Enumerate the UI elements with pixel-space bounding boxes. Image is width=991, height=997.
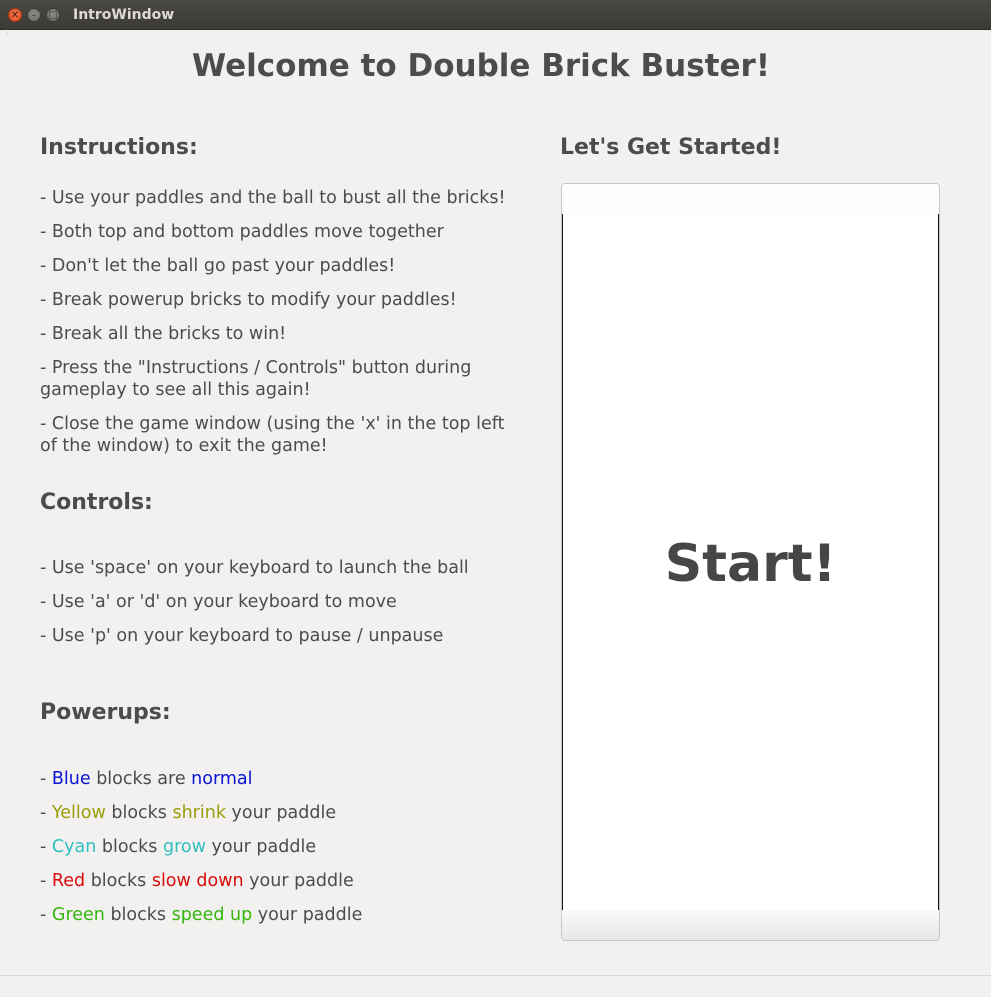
powerup-effect: shrink bbox=[172, 803, 226, 823]
instruction-line: - Use your paddles and the ball to bust … bbox=[40, 188, 506, 208]
powerup-mid-text: blocks bbox=[85, 871, 152, 891]
control-line: - Use 'a' or 'd' on your keyboard to mov… bbox=[40, 592, 397, 612]
welcome-heading: Welcome to Double Brick Buster! bbox=[192, 48, 770, 84]
instruction-line: - Press the "Instructions / Controls" bu… bbox=[40, 358, 472, 400]
powerup-color-word: Yellow bbox=[51, 803, 106, 823]
powerup-suffix: your paddle bbox=[243, 871, 354, 891]
powerup-prefix: - bbox=[40, 769, 52, 789]
get-started-heading: Let's Get Started! bbox=[560, 135, 782, 160]
controls-heading: Controls: bbox=[40, 490, 153, 515]
instruction-line: - Both top and bottom paddles move toget… bbox=[40, 222, 444, 242]
powerup-suffix: your paddle bbox=[252, 905, 363, 925]
maximize-window-button[interactable]: □ bbox=[46, 8, 60, 22]
powerup-prefix: - bbox=[40, 871, 52, 891]
powerup-line-cyan: - Cyan blocks grow your paddle bbox=[40, 836, 510, 858]
instruction-line: - Close the game window (using the 'x' i… bbox=[40, 414, 505, 456]
powerup-mid-text: blocks bbox=[105, 803, 173, 823]
powerup-prefix: - bbox=[40, 905, 52, 925]
powerup-color-word: Blue bbox=[51, 769, 91, 789]
start-button-label: Start! bbox=[664, 534, 837, 594]
powerup-prefix: - bbox=[40, 837, 52, 857]
powerup-suffix: your paddle bbox=[225, 803, 337, 823]
powerup-color-word: Cyan bbox=[51, 837, 97, 857]
powerup-color-word: Red bbox=[51, 871, 86, 891]
instruction-line: - Break powerup bricks to modify your pa… bbox=[40, 290, 457, 310]
window-title: IntroWindow bbox=[73, 7, 175, 23]
powerup-effect: slow down bbox=[151, 871, 244, 891]
powerup-color-word: Green bbox=[51, 905, 105, 925]
window-titlebar: ✕ – □ IntroWindow bbox=[0, 0, 991, 30]
status-bar bbox=[0, 975, 991, 997]
powerup-mid-text: blocks bbox=[96, 837, 163, 857]
powerups-heading: Powerups: bbox=[40, 700, 171, 725]
powerup-line-green: - Green blocks speed up your paddle bbox=[40, 904, 510, 926]
powerup-effect: speed up bbox=[171, 905, 253, 925]
start-button-bottom-edge bbox=[562, 910, 939, 940]
powerup-suffix: your paddle bbox=[205, 837, 317, 857]
instructions-heading: Instructions: bbox=[40, 135, 198, 160]
powerup-effect: grow bbox=[162, 837, 206, 857]
control-line: - Use 'p' on your keyboard to pause / un… bbox=[40, 626, 444, 646]
close-window-button[interactable]: ✕ bbox=[8, 8, 22, 22]
powerup-line-blue: - Blue blocks are normal bbox=[40, 768, 510, 790]
start-button-top-edge bbox=[562, 184, 939, 215]
powerup-line-red: - Red blocks slow down your paddle bbox=[40, 870, 510, 892]
instruction-line: - Break all the bricks to win! bbox=[40, 324, 287, 344]
powerup-effect: normal bbox=[191, 769, 253, 789]
start-button[interactable]: Start! bbox=[561, 183, 940, 941]
minimize-window-button[interactable]: – bbox=[27, 8, 41, 22]
grip-icon: ⋮ bbox=[3, 28, 11, 37]
powerup-prefix: - bbox=[40, 803, 52, 823]
control-line: - Use 'space' on your keyboard to launch… bbox=[40, 558, 469, 578]
powerup-line-yellow: - Yellow blocks shrink your paddle bbox=[40, 802, 510, 824]
instruction-line: - Don't let the ball go past your paddle… bbox=[40, 256, 396, 276]
powerup-mid-text: blocks bbox=[104, 905, 172, 925]
powerup-mid-text: blocks are bbox=[90, 769, 192, 789]
